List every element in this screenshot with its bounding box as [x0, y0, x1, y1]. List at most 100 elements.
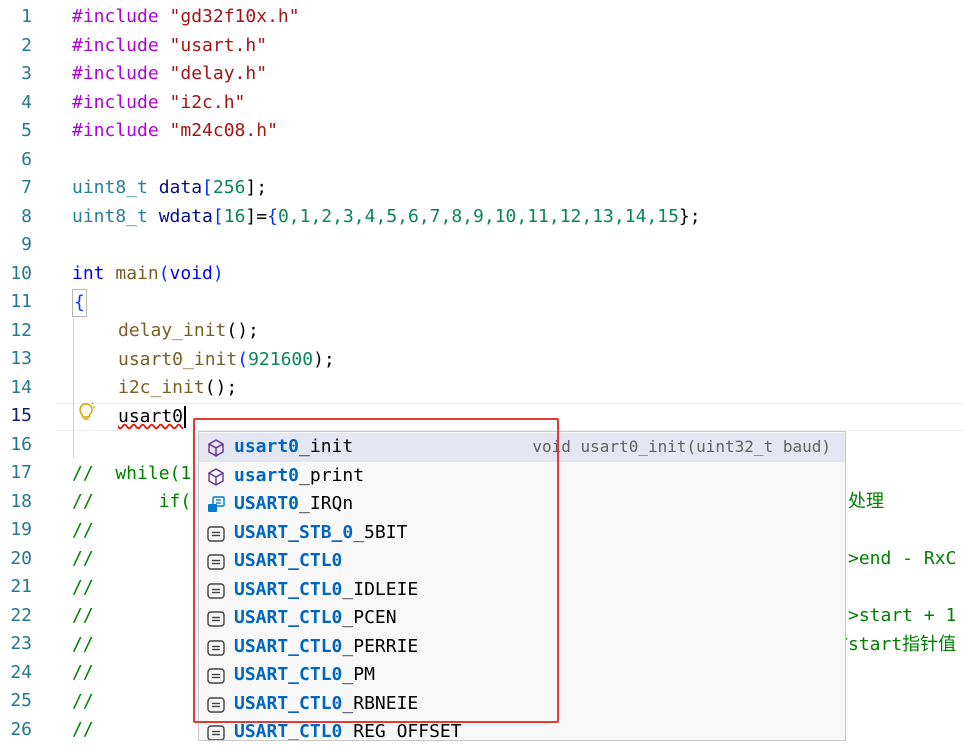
- comment: //: [72, 634, 94, 655]
- suggestion-item[interactable]: USART_CTL0_RBNEIE: [199, 690, 845, 719]
- suggestion-item[interactable]: USART_CTL0_REG_OFFSET: [199, 718, 845, 741]
- suggestion-label: USART_CTL0_PCEN: [234, 607, 397, 628]
- suggestion-label: usart0_print: [234, 464, 365, 486]
- current-line-highlight: [56, 403, 964, 431]
- code-line-22[interactable]: //: [72, 602, 94, 631]
- paren: ): [212, 263, 224, 284]
- comment-fragment: 时start指针值: [830, 634, 957, 655]
- comment: // if(: [72, 491, 192, 512]
- type-name: uint8_t: [72, 206, 148, 227]
- number-literal: 256: [212, 177, 246, 198]
- suggestion-item[interactable]: USART_CTL0_PERRIE: [199, 633, 845, 662]
- line-number: 1: [21, 6, 32, 27]
- suggestion-label: usart0_init: [234, 436, 354, 457]
- punctuation: ();: [226, 320, 259, 341]
- line-number: 15: [10, 405, 32, 426]
- code-line-1[interactable]: #include "gd32f10x.h": [72, 3, 300, 32]
- constant-icon: [206, 552, 226, 572]
- code-line-23[interactable]: //: [72, 631, 94, 660]
- method-icon: [206, 438, 226, 458]
- code-line-26[interactable]: //: [72, 716, 94, 745]
- constant-icon: [206, 524, 226, 544]
- constant-icon: [206, 609, 226, 629]
- preprocessor-directive: #include: [72, 63, 159, 84]
- suggestion-label: USART_CTL0_IDLEIE: [234, 578, 419, 600]
- paren: (: [158, 263, 170, 284]
- code-line-17[interactable]: // while(1: [72, 460, 191, 489]
- enum-member-icon: [206, 495, 226, 515]
- code-line-24[interactable]: //: [72, 659, 94, 688]
- suggestion-label: USART_CTL0_REG_OFFSET: [234, 721, 462, 741]
- code-line-11[interactable]: {: [72, 289, 87, 317]
- type-name: uint8_t: [72, 177, 148, 198]
- code-line-25[interactable]: //: [72, 688, 94, 717]
- suggestion-item[interactable]: USART_CTL0_PCEN: [199, 604, 845, 633]
- comment: //: [72, 548, 94, 569]
- comment-fragment: 处理: [848, 491, 884, 512]
- code-line-3[interactable]: #include "delay.h": [72, 60, 267, 89]
- line-number: 16: [10, 433, 32, 455]
- line-number: 9: [21, 234, 32, 255]
- suggestion-label: USART0_IRQn: [234, 493, 354, 514]
- code-line-4[interactable]: #include "i2c.h": [72, 89, 245, 118]
- comment: //: [72, 691, 94, 712]
- constant-icon: [206, 723, 226, 740]
- include-path: "m24c08.h": [158, 120, 278, 141]
- suggestion-item[interactable]: USART_CTL0_PM: [199, 661, 845, 690]
- suggestion-label: USART_CTL0: [234, 550, 343, 571]
- line-number: 12: [10, 319, 32, 341]
- code-line-8[interactable]: uint8_t wdata[16]={0,1,2,3,4,5,6,7,8,9,1…: [72, 203, 701, 232]
- suggestion-widget[interactable]: usart0_init void usart0_init(uint32_t bau…: [198, 431, 846, 741]
- suggestion-item[interactable]: USART_CTL0_IDLEIE: [199, 576, 845, 605]
- code-line-18[interactable]: // if(: [72, 488, 191, 517]
- line-number: 8: [21, 205, 32, 227]
- code-line-7[interactable]: uint8_t data[256];: [72, 174, 267, 203]
- include-path: "delay.h": [158, 63, 268, 84]
- code-line-12[interactable]: delay_init();: [118, 317, 259, 346]
- comment: //: [72, 577, 94, 598]
- suggestion-item[interactable]: USART0_IRQn: [199, 490, 845, 519]
- brace: {: [74, 292, 85, 313]
- code-line-2[interactable]: #include "usart.h": [72, 32, 267, 61]
- suggestion-item[interactable]: usart0_init void usart0_init(uint32_t bau…: [199, 433, 845, 462]
- suggestion-item[interactable]: usart0_print: [199, 462, 845, 491]
- code-line-15[interactable]: usart0: [118, 403, 187, 432]
- suggestion-label: USART_STB_0_5BIT: [234, 521, 408, 543]
- punctuation: ];: [245, 177, 268, 198]
- code-line-21[interactable]: //: [72, 574, 94, 603]
- variable-name: data: [147, 177, 203, 198]
- function-call: delay_init: [118, 320, 227, 341]
- method-icon: [206, 467, 226, 487]
- code-line-20[interactable]: //: [72, 545, 94, 574]
- include-path: "usart.h": [158, 35, 268, 56]
- array-values: 0,1,2,3,4,5,6,7,8,9,10,11,12,13,14,15: [277, 206, 679, 227]
- punctuation: };: [678, 206, 701, 227]
- line-number: 5: [21, 120, 32, 141]
- suggestion-detail: void usart0_init(uint32_t baud): [532, 437, 831, 456]
- line-number: 18: [10, 490, 32, 512]
- line-number: 11: [10, 291, 32, 312]
- comment-fragment: >end - RxC: [848, 548, 957, 569]
- line-number: 3: [21, 63, 32, 84]
- preprocessor-directive: #include: [72, 6, 159, 27]
- bracket: [: [212, 206, 224, 227]
- line-number: 2: [21, 34, 32, 56]
- suggestion-item[interactable]: USART_CTL0: [199, 547, 845, 576]
- code-line-14[interactable]: i2c_init();: [118, 374, 237, 403]
- number-literal: 16: [223, 206, 246, 227]
- code-line-19[interactable]: //: [72, 517, 94, 546]
- code-line-13[interactable]: usart0_init(921600);: [118, 346, 335, 375]
- constant-icon: [206, 638, 226, 658]
- comment-fragment: >start + 1: [848, 605, 957, 626]
- code-line-10[interactable]: int main(void): [72, 260, 224, 289]
- suggestion-label: USART_CTL0_PERRIE: [234, 635, 419, 657]
- suggestion-item[interactable]: USART_STB_0_5BIT: [199, 519, 845, 548]
- code-line-5[interactable]: #include "m24c08.h": [72, 117, 278, 146]
- bracket: [: [202, 177, 213, 198]
- preprocessor-directive: #include: [72, 35, 159, 56]
- line-number: 19: [10, 519, 32, 540]
- line-number: 23: [10, 633, 32, 654]
- preprocessor-directive: #include: [72, 92, 159, 113]
- text-cursor: [184, 406, 187, 428]
- lightbulb-icon[interactable]: [77, 402, 95, 422]
